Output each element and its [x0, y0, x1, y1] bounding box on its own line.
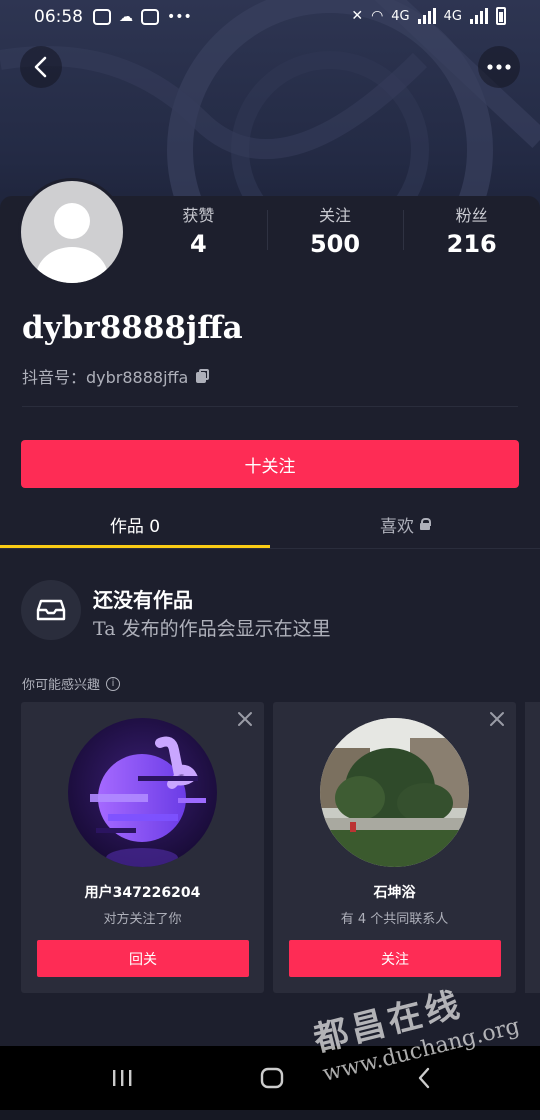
divider — [22, 406, 518, 407]
battery-icon — [496, 7, 506, 25]
avatar[interactable] — [21, 181, 123, 283]
app-notification-icon — [93, 9, 111, 25]
weather-icon: ☁ — [119, 9, 133, 25]
divider — [0, 548, 540, 549]
stat-label: 获赞 — [182, 206, 215, 225]
suggestion-avatar[interactable] — [320, 718, 469, 867]
nav-back-button[interactable] — [394, 1046, 454, 1110]
suggestion-name: 用户347226204 — [84, 885, 201, 901]
signal-icon-2 — [470, 8, 488, 24]
more-notifications-icon: ••• — [167, 9, 192, 25]
tab-label: 作品 0 — [109, 516, 161, 537]
mute-icon: ✕ — [351, 8, 364, 24]
copy-icon[interactable] — [196, 369, 210, 383]
info-icon[interactable]: i — [106, 676, 121, 691]
close-icon[interactable] — [236, 710, 254, 728]
home-icon — [260, 1067, 284, 1089]
stat-value: 216 — [446, 230, 497, 258]
back-arrow-icon — [418, 1067, 430, 1089]
suggestion-name: 石坤浴 — [373, 885, 416, 901]
avatar-frame — [18, 178, 126, 286]
lock-icon — [420, 518, 431, 530]
suggestion-desc: 对方关注了你 — [103, 912, 182, 927]
profile-username: dybr8888jffa — [22, 310, 243, 346]
account-id: 抖音号：dybr8888jffa — [22, 368, 189, 387]
stat-label: 粉丝 — [455, 206, 488, 225]
empty-state-title: 还没有作品 — [93, 588, 193, 612]
default-avatar-icon — [36, 203, 108, 283]
empty-state-icon-wrap — [21, 580, 81, 640]
stat-followers[interactable]: 粉丝 216 — [403, 202, 540, 258]
signal-icon — [417, 8, 436, 24]
suggestion-card[interactable]: 用户347226204 对方关注了你 回关 — [21, 702, 264, 993]
network-label-2: 4G — [443, 8, 462, 24]
recent-apps-button[interactable] — [92, 1046, 152, 1110]
photo-avatar-icon — [320, 718, 469, 867]
close-icon[interactable] — [488, 710, 506, 728]
chevron-left-icon — [34, 56, 47, 78]
stat-following[interactable]: 关注 500 — [266, 202, 404, 258]
follow-back-button[interactable]: 回关 — [37, 940, 249, 977]
system-nav-bar — [0, 1046, 540, 1110]
wifi-icon: ◠ — [371, 8, 384, 24]
suggestions-label-row: 你可能感兴趣 i — [22, 674, 121, 693]
tab-label: 喜欢 — [380, 516, 414, 537]
status-time: 06:58 — [34, 7, 83, 27]
stat-label: 关注 — [319, 206, 352, 225]
suggestion-card[interactable]: 石坤浴 有 4 个共同联系人 关注 — [273, 702, 516, 993]
tab-works[interactable]: 作品 0 — [0, 500, 270, 548]
stat-value: 500 — [309, 230, 361, 258]
inbox-icon — [36, 599, 66, 621]
suggestions-label: 你可能感兴趣 — [22, 678, 101, 693]
account-id-row: 抖音号：dybr8888jffa — [22, 364, 210, 388]
network-label: 4G — [391, 8, 410, 24]
more-options-button[interactable] — [478, 46, 520, 88]
tab-likes[interactable]: 喜欢 — [270, 500, 540, 548]
follow-button[interactable]: 十关注 — [21, 440, 519, 488]
glitch-avatar-icon — [68, 718, 217, 867]
recent-apps-icon — [113, 1070, 132, 1086]
stat-value: 4 — [189, 230, 207, 258]
suggestion-desc: 有 4 个共同联系人 — [340, 912, 449, 927]
stat-likes[interactable]: 获赞 4 — [130, 202, 267, 258]
follow-button[interactable]: 关注 — [289, 940, 501, 977]
back-button[interactable] — [20, 46, 62, 88]
empty-state-subtitle: Ta 发布的作品会显示在这里 — [93, 618, 331, 640]
suggestion-avatar[interactable] — [68, 718, 217, 867]
status-bar: 06:58 ☁ ••• ✕ ◠ 4G 4G — [0, 0, 540, 34]
suggestion-card-peek[interactable] — [525, 702, 540, 993]
profile-stats: 获赞 4 关注 500 粉丝 216 — [130, 202, 540, 258]
more-dots-icon — [487, 64, 511, 70]
check-notification-icon — [141, 9, 159, 25]
content-tabs: 作品 0 喜欢 — [0, 500, 540, 548]
home-button[interactable] — [242, 1046, 302, 1110]
